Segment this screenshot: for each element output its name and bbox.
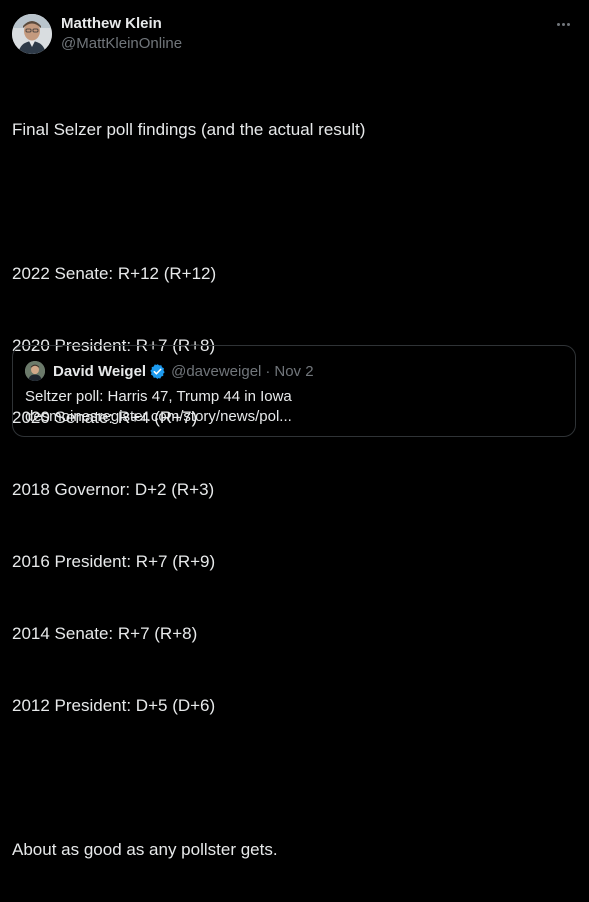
tweet-line: [12, 766, 572, 790]
tweet-line: About as good as any pollster gets.: [12, 840, 278, 859]
quoted-author-avatar[interactable]: [25, 361, 45, 381]
quoted-display-name[interactable]: David Weigel: [53, 363, 146, 380]
verified-badge-icon: [150, 363, 165, 379]
quoted-link[interactable]: desmoinesregister.com/story/news/pol...: [25, 407, 565, 427]
separator-dot: ·: [265, 362, 271, 380]
quoted-handle[interactable]: @daveweigel: [171, 363, 261, 380]
quoted-date[interactable]: Nov 2: [274, 363, 313, 380]
author-handle[interactable]: @MattKleinOnline: [61, 35, 182, 53]
more-options-icon[interactable]: [557, 18, 575, 28]
profile-photo-icon: [25, 361, 45, 381]
quoted-tweet[interactable]: David Weigel @daveweigel · Nov 2 Seltzer…: [12, 345, 576, 437]
author-info: Matthew Klein @MattKleinOnline: [61, 15, 182, 53]
tweet-line: 2012 President: D+5 (D+6): [12, 696, 216, 715]
tweet-line: 2014 Senate: R+7 (R+8): [12, 624, 198, 643]
author-display-name[interactable]: Matthew Klein: [61, 15, 182, 33]
tweet-card: Matthew Klein @MattKleinOnline Final Sel…: [0, 0, 589, 859]
quoted-header: David Weigel @daveweigel · Nov 2: [53, 361, 314, 381]
quoted-text: Seltzer poll: Harris 47, Trump 44 in Iow…: [25, 387, 565, 427]
tweet-text: Final Selzer poll findings (and the actu…: [12, 70, 572, 902]
author-avatar[interactable]: [12, 14, 52, 54]
tweet-line: 2022 Senate: R+12 (R+12): [12, 264, 217, 283]
quoted-text-line: Seltzer poll: Harris 47, Trump 44 in Iow…: [25, 388, 292, 405]
tweet-line: [12, 190, 572, 214]
tweet-line: 2018 Governor: D+2 (R+3): [12, 480, 215, 499]
tweet-line: 2016 President: R+7 (R+9): [12, 552, 216, 571]
tweet-line: Final Selzer poll findings (and the actu…: [12, 120, 366, 139]
profile-photo-icon: [12, 14, 52, 54]
